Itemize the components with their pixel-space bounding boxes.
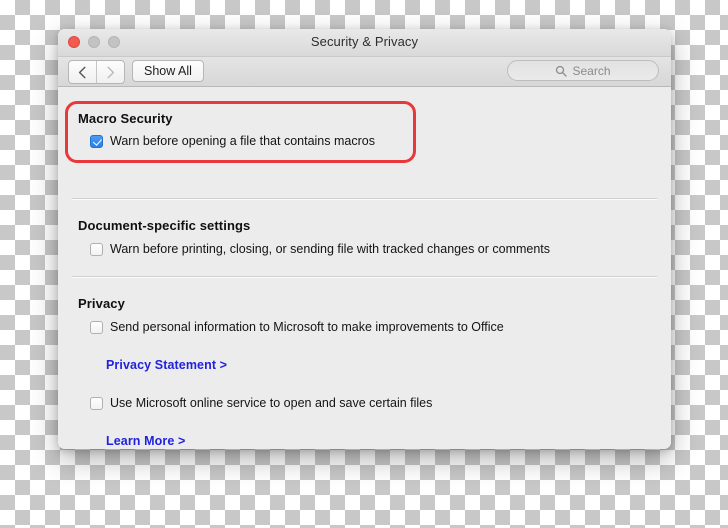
macro-security-title: Macro Security (78, 111, 173, 126)
section-divider-1 (72, 198, 657, 200)
window-toolbar: Show All Search (58, 57, 671, 87)
document-specific-title: Document-specific settings (78, 218, 251, 233)
search-field[interactable]: Search (507, 60, 659, 81)
microsoft-online-service-checkbox[interactable] (90, 397, 103, 410)
section-divider-2 (72, 276, 657, 278)
window-title: Security & Privacy (310, 34, 419, 49)
show-all-button[interactable]: Show All (132, 60, 204, 82)
send-personal-info-checkbox[interactable] (90, 321, 103, 334)
preferences-window: Security & Privacy Show All Search Macro… (58, 29, 671, 449)
back-button[interactable] (69, 61, 96, 83)
macro-security-checkbox-row[interactable]: Warn before opening a file that contains… (90, 134, 375, 148)
warn-opening-macros-label: Warn before opening a file that contains… (110, 134, 375, 148)
forward-button[interactable] (96, 61, 124, 83)
show-all-label: Show All (144, 64, 192, 78)
search-placeholder: Search (572, 63, 611, 78)
warn-opening-macros-checkbox[interactable] (90, 135, 103, 148)
preferences-content: Macro Security Warn before opening a fil… (58, 87, 671, 449)
microsoft-online-service-label: Use Microsoft online service to open and… (110, 396, 433, 410)
warn-tracked-changes-label: Warn before printing, closing, or sendin… (110, 242, 551, 256)
navigation-button-group (68, 60, 125, 84)
chevron-left-icon (78, 66, 86, 78)
search-icon (556, 65, 568, 77)
document-specific-checkbox-row[interactable]: Warn before printing, closing, or sendin… (90, 242, 550, 256)
window-titlebar[interactable]: Security & Privacy (58, 29, 671, 57)
screenshot-canvas: Security & Privacy Show All Search Macro… (0, 0, 728, 528)
privacy-title: Privacy (78, 296, 125, 311)
microsoft-online-service-checkbox-row[interactable]: Use Microsoft online service to open and… (90, 396, 432, 410)
learn-more-link[interactable]: Learn More > (106, 434, 185, 448)
send-personal-info-checkbox-row[interactable]: Send personal information to Microsoft t… (90, 320, 504, 334)
warn-tracked-changes-checkbox[interactable] (90, 243, 103, 256)
send-personal-info-label: Send personal information to Microsoft t… (110, 320, 504, 334)
chevron-right-icon (107, 66, 115, 78)
privacy-statement-link[interactable]: Privacy Statement > (106, 358, 227, 372)
